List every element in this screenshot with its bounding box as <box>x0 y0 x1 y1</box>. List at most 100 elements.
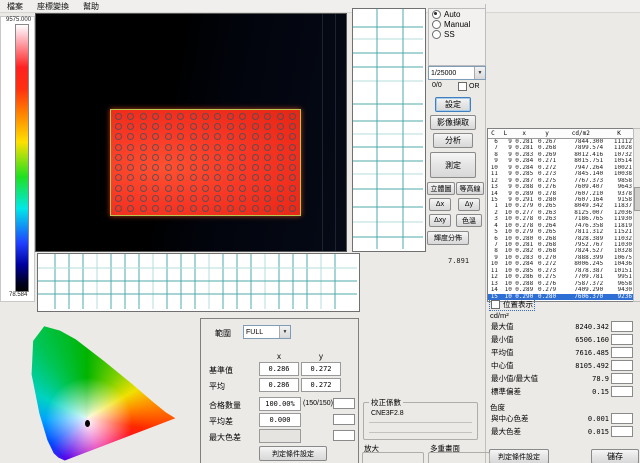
position-display-checkbox[interactable] <box>491 300 500 309</box>
chroma-section-label: 色度 <box>490 402 505 413</box>
measure-point-icon <box>202 185 209 192</box>
measure-point-icon <box>177 154 184 161</box>
stat-value: 8240.342 <box>575 323 609 331</box>
divider <box>369 422 472 423</box>
measure-point-icon <box>177 174 184 181</box>
radio-ss-icon[interactable] <box>432 30 441 39</box>
measure-point-icon <box>127 185 134 192</box>
measurement-image-view[interactable] <box>35 13 347 252</box>
measure-point-icon <box>140 205 147 212</box>
measure-point-icon <box>140 113 147 120</box>
measure-point-icon <box>127 174 134 181</box>
measure-point-icon <box>239 164 246 171</box>
save-button[interactable]: 儲存 <box>591 449 639 463</box>
or-checkbox[interactable] <box>458 82 467 91</box>
reference-x-field[interactable]: 0.286 <box>259 362 299 376</box>
measure-point-icon <box>127 205 134 212</box>
measure-point-icon <box>214 174 221 181</box>
stat-row-max: 最大值 8240.342 <box>491 321 637 332</box>
radio-manual-icon[interactable] <box>432 20 441 29</box>
range-judge-condition-button[interactable]: 判定條件設定 <box>259 446 327 461</box>
range-select[interactable]: FULL ▼ <box>243 325 291 339</box>
measure-point-icon <box>140 154 147 161</box>
table-cell: L <box>499 129 513 138</box>
radio-manual-label: Manual <box>444 20 470 29</box>
contour-button[interactable]: 等高線 <box>456 182 484 195</box>
measure-point-icon <box>202 205 209 212</box>
table-scrollbar-thumb[interactable] <box>634 187 640 211</box>
measure-point-icon <box>152 185 159 192</box>
measure-point-icon <box>239 144 246 151</box>
measure-point-icon <box>289 174 296 181</box>
chroma-row-max-diff: 最大色差 0.015 <box>491 426 637 437</box>
measure-point-icon <box>214 144 221 151</box>
or-checkbox-row[interactable]: OR <box>458 82 480 91</box>
colorbar-gradient <box>15 24 29 292</box>
measure-point-icon <box>252 205 259 212</box>
measure-point-icon <box>190 154 197 161</box>
measure-point-icon <box>277 154 284 161</box>
delta-y-button[interactable]: Δy <box>458 198 480 211</box>
measure-point-icon <box>239 185 246 192</box>
chevron-down-icon[interactable]: ▼ <box>474 67 485 79</box>
color-temp-button[interactable]: 色溫 <box>456 214 482 227</box>
stat-indicator-box <box>611 347 633 358</box>
menu-coord-transform[interactable]: 座標變換 <box>30 1 76 12</box>
reference-y-field[interactable]: 0.272 <box>301 362 341 376</box>
measure-point-icon <box>190 113 197 120</box>
measure-point-icon <box>277 174 284 181</box>
horizontal-profile-gridlines <box>38 254 357 309</box>
measure-point-icon <box>264 174 271 181</box>
position-display-row[interactable]: 位置表示 <box>490 299 534 310</box>
delta-xy-button[interactable]: Δxy <box>429 214 451 227</box>
measure-point-icon <box>289 195 296 202</box>
stat-value: 0.15 <box>592 388 609 396</box>
judge-condition-button[interactable]: 判定條件設定 <box>489 449 549 463</box>
measure-point-icon <box>277 113 284 120</box>
measure-button[interactable]: 測定 <box>430 152 476 178</box>
measure-point-icon <box>264 133 271 140</box>
plot3d-button[interactable]: 立體圖 <box>427 182 455 195</box>
reference-label: 基準值 <box>209 365 233 376</box>
range-label: 範圍 <box>215 328 231 339</box>
radio-ss[interactable]: SS <box>432 30 485 39</box>
measure-point-icon <box>115 205 122 212</box>
measure-point-icon <box>214 195 221 202</box>
measure-point-icon <box>227 205 234 212</box>
radio-auto-icon[interactable] <box>432 10 441 19</box>
radio-auto[interactable]: Auto <box>432 10 485 19</box>
measure-point-icon <box>264 185 271 192</box>
measure-point-icon <box>202 144 209 151</box>
measure-point-icon <box>252 154 259 161</box>
shutter-speed-select[interactable]: 1/25000 ▼ <box>428 66 486 80</box>
chroma-row-center-diff: 與中心色差 0.001 <box>491 413 637 424</box>
analyze-button[interactable]: 分析 <box>433 133 473 148</box>
measure-point-icon <box>252 144 259 151</box>
stat-value: 6506.160 <box>575 336 609 344</box>
menu-file[interactable]: 檔案 <box>0 1 30 12</box>
luminance-dist-button[interactable]: 輝度分佈 <box>427 231 469 245</box>
measure-point-icon <box>115 174 122 181</box>
measure-point-icon <box>264 113 271 120</box>
capture-button[interactable]: 影像擷取 <box>430 115 476 130</box>
delta-x-button[interactable]: Δx <box>429 198 451 211</box>
measure-point-icon <box>140 123 147 130</box>
measure-point-icon <box>127 123 134 130</box>
measure-point-icon <box>252 185 259 192</box>
measure-point-icon <box>214 185 221 192</box>
setup-button[interactable]: 設定 <box>435 97 471 112</box>
measure-point-icon <box>165 164 172 171</box>
radio-manual[interactable]: Manual <box>432 20 485 29</box>
measure-point-icon <box>227 144 234 151</box>
stat-row-min: 最小值 6506.160 <box>491 334 637 345</box>
measurement-table[interactable]: CLxycd/m2K 690.2810.2677844.30011112790.… <box>487 128 635 302</box>
measure-point-icon <box>177 195 184 202</box>
pass-count-label: 合格數量 <box>209 400 241 411</box>
measure-point-icon <box>289 185 296 192</box>
menu-help[interactable]: 幫助 <box>76 1 106 12</box>
measure-point-icon <box>239 154 246 161</box>
chevron-down-icon[interactable]: ▼ <box>279 326 290 338</box>
table-scrollbar[interactable] <box>633 128 640 302</box>
calibration-groupbox: 校正係數 CNE3F2.8 <box>363 402 478 440</box>
measure-point-icon <box>264 144 271 151</box>
